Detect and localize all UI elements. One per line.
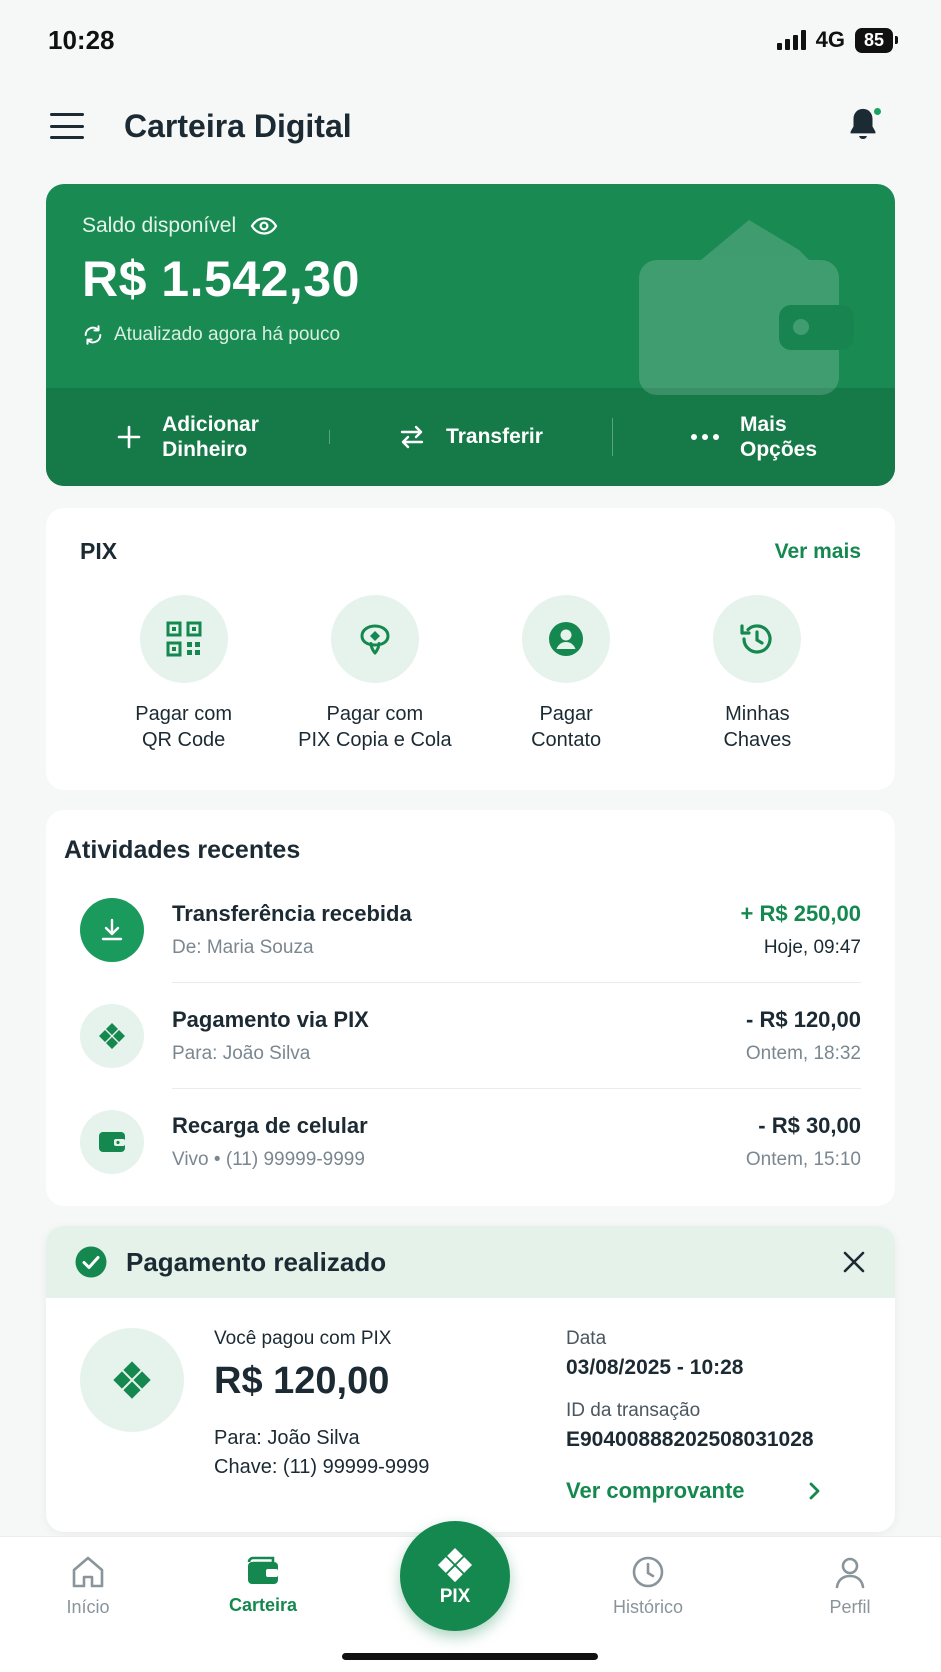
menu-icon[interactable] [50,113,84,139]
pay-qr-code-button[interactable]: Pagar com QR Code [88,595,279,753]
pix-options: Pagar com QR Code Pagar com PIX Copia e … [80,595,861,753]
pay-contact-button[interactable]: Pagar Contato [471,595,662,753]
payment-date: 03/08/2025 - 10:28 [566,1356,744,1379]
payment-success-toast: Pagamento realizado Você pagou com PIX R… [46,1226,895,1532]
transfer-icon [400,425,424,449]
plus-icon [117,425,141,449]
pix-icon [99,1023,125,1049]
pix-card: PIX Ver mais Pagar com QR Code Pagar com… [46,508,895,790]
battery-icon: 85 [854,27,899,53]
nav-profile[interactable]: Perfil [790,1555,910,1618]
home-indicator [342,1653,598,1660]
status-time: 10:28 [48,24,115,55]
pix-title: PIX [80,538,118,564]
nav-wallet[interactable]: Carteira [203,1555,323,1616]
list-item[interactable]: Pagamento via PIX Para: João Silva - R$ … [64,983,861,1089]
list-item[interactable]: Transferência recebida De: Maria Souza +… [64,877,861,983]
page-title: Carteira Digital [124,107,352,144]
see-more-link[interactable]: Ver mais [775,540,861,564]
add-money-button[interactable]: Adicionar Dinheiro [46,412,329,462]
user-icon [835,1557,865,1589]
pix-header: PIX Ver mais [80,538,861,565]
check-circle-icon [75,1246,107,1278]
copy-paste-icon [360,624,390,655]
recipient: Para: João Silva [214,1427,360,1449]
pix-key: Chave: (11) 99999-9999 [214,1456,430,1478]
clock-icon [632,1556,664,1588]
view-receipt-link[interactable]: Ver comprovante [566,1478,822,1504]
chevron-right-icon [809,1482,820,1500]
list-item[interactable]: Recarga de celular Vivo • (11) 99999-999… [64,1089,861,1195]
network-type: 4G [815,27,845,52]
notifications-button[interactable] [845,106,885,146]
transfer-button[interactable]: Transferir [329,424,612,449]
recent-activities: Atividades recentes Transferência recebi… [46,810,895,1206]
balance-summary: Saldo disponível R$ 1.542,30 Atualizado … [46,184,895,395]
section-title: Atividades recentes [64,836,301,864]
wallet-icon [247,1556,278,1584]
balance-card: Saldo disponível R$ 1.542,30 Atualizado … [46,184,895,486]
wallet-illustration-icon [639,220,854,395]
app-header: Carteira Digital [0,92,941,160]
status-bar: 10:28 4G 85 [0,0,941,80]
toast-header: Pagamento realizado [46,1226,895,1298]
pix-icon [113,1361,151,1399]
toast-body: Você pagou com PIX R$ 120,00 Para: João … [46,1298,895,1504]
balance-actions: Adicionar Dinheiro Transferir Mais Opçõe… [46,388,895,486]
paid-amount: R$ 120,00 [214,1360,390,1402]
nav-home[interactable]: Início [28,1555,148,1618]
wallet-icon [99,1132,125,1152]
pay-copy-paste-button[interactable]: Pagar com PIX Copia e Cola [279,595,470,753]
my-keys-button[interactable]: Minhas Chaves [662,595,853,753]
nav-history[interactable]: Histórico [588,1555,708,1618]
qr-code-icon [166,621,202,657]
transaction-id: E90400888202508031028 [566,1428,814,1451]
status-indicators: 4G 85 [776,27,899,53]
eye-icon[interactable] [250,216,278,236]
pix-icon [437,1547,473,1583]
contact-icon [549,622,584,656]
home-icon [72,1556,104,1588]
more-options-button[interactable]: Mais Opções [612,412,895,462]
close-icon[interactable] [841,1249,867,1275]
paid-with-label: Você pagou com PIX [214,1328,392,1349]
signal-icon [776,30,806,50]
history-icon [740,624,772,654]
refresh-icon[interactable] [82,324,104,346]
nav-pix-button[interactable]: PIX [400,1521,510,1631]
notification-badge [872,106,883,117]
download-icon [101,918,123,941]
toast-title: Pagamento realizado [126,1246,387,1277]
bottom-nav: Início Carteira PIX Histórico Perfil [0,1521,941,1672]
more-dots-icon [690,434,719,440]
